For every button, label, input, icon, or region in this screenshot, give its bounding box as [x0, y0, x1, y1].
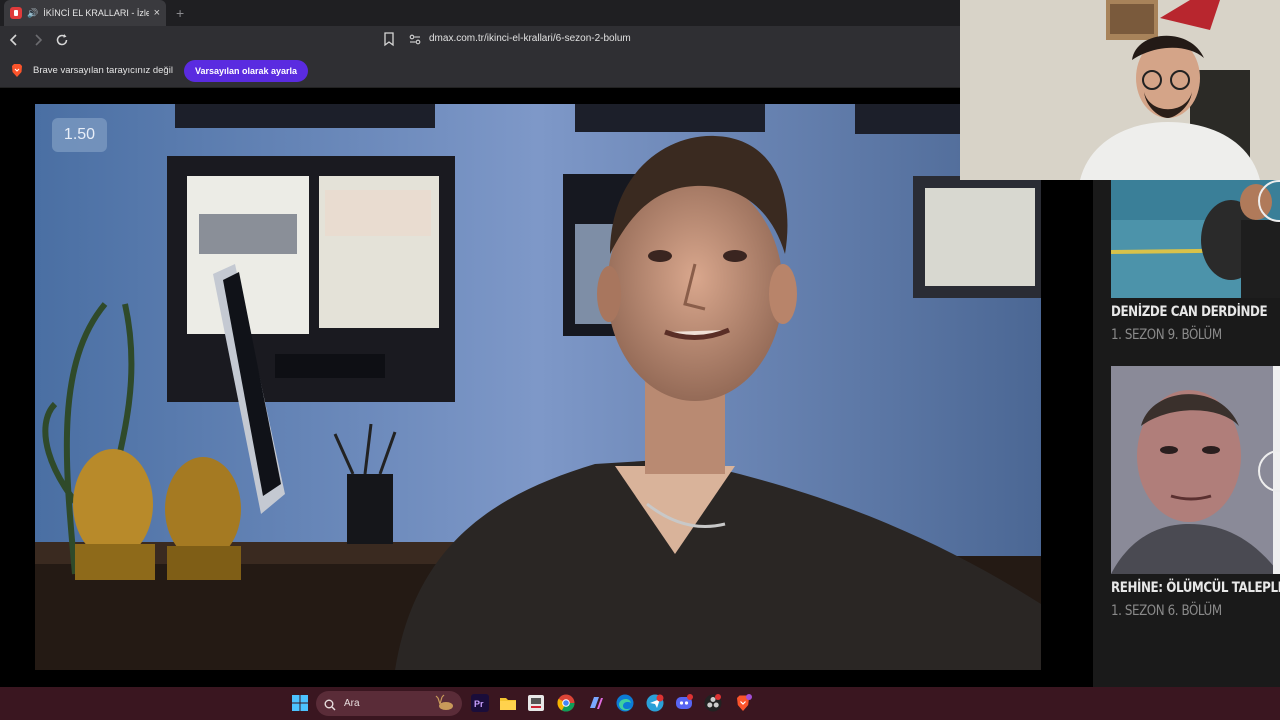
tab-strip: 🔊 İKİNCİ EL KRALLARI - İzle 6. Se × + — [0, 0, 960, 26]
file-explorer-icon[interactable] — [498, 693, 518, 713]
audio-playing-icon[interactable]: 🔊 — [27, 8, 38, 19]
app-icon[interactable] — [526, 693, 546, 713]
playback-speed-badge[interactable]: 1.50 — [52, 118, 107, 152]
related-episodes-sidebar: DENİZDE CAN DERDİNDE 1. SEZON 9. BÖLÜM R… — [1093, 180, 1280, 687]
brave-lion-icon — [10, 63, 24, 78]
episode-title[interactable]: REHİNE: ÖLÜMCÜL TALEPLE — [1111, 580, 1280, 596]
tab-close-icon[interactable]: × — [154, 7, 160, 19]
windows-start-icon[interactable] — [290, 693, 310, 713]
episode-title[interactable]: DENİZDE CAN DERDİNDE — [1111, 304, 1268, 320]
video-player[interactable] — [35, 104, 1041, 670]
episode-thumbnail-denizde-can-derdinde[interactable] — [1111, 180, 1280, 298]
windows-taskbar: Ara Pr — [0, 687, 1280, 720]
webcam-feed-image — [960, 0, 1280, 180]
forward-arrow-icon[interactable] — [28, 30, 48, 50]
navigation-bar: dmax.com.tr/ikinci-el-krallari/6-sezon-2… — [0, 26, 960, 54]
search-placeholder: Ara — [344, 698, 360, 709]
bookmark-icon[interactable] — [382, 31, 396, 47]
sea-rescue-thumbnail-image — [1111, 180, 1280, 298]
search-highlight-deer-icon — [434, 694, 456, 712]
chrome-icon[interactable] — [556, 693, 576, 713]
taskbar-search[interactable]: Ara — [316, 691, 462, 716]
webcam-overlay — [960, 0, 1280, 180]
svg-text:Pr: Pr — [474, 699, 484, 709]
mugshot-thumbnail-image — [1111, 366, 1280, 574]
site-settings-icon[interactable] — [408, 32, 422, 46]
reload-icon[interactable] — [52, 30, 72, 50]
copilot-icon[interactable] — [586, 693, 606, 713]
infobar-message: Brave varsayılan tarayıcınız değil — [33, 65, 173, 76]
browser-tab[interactable]: 🔊 İKİNCİ EL KRALLARI - İzle 6. Se × — [4, 0, 166, 26]
brave-taskbar-icon[interactable] — [733, 693, 753, 713]
discord-icon[interactable] — [674, 693, 694, 713]
episode-subtitle: 1. SEZON 9. BÖLÜM — [1111, 327, 1222, 343]
default-browser-infobar: Brave varsayılan tarayıcınız değil Varsa… — [0, 54, 960, 88]
tab-title: İKİNCİ EL KRALLARI - İzle 6. Se — [43, 8, 149, 18]
search-icon — [324, 698, 336, 710]
edge-icon[interactable] — [615, 693, 635, 713]
address-bar[interactable]: dmax.com.tr/ikinci-el-krallari/6-sezon-2… — [429, 33, 631, 44]
dmax-favicon-icon — [10, 7, 22, 19]
set-default-button[interactable]: Varsayılan olarak ayarla — [183, 59, 309, 82]
episode-subtitle: 1. SEZON 6. BÖLÜM — [1111, 603, 1222, 619]
episode-thumbnail-rehine[interactable] — [1111, 366, 1280, 574]
premiere-pro-icon[interactable]: Pr — [470, 693, 490, 713]
back-arrow-icon[interactable] — [4, 30, 24, 50]
video-frame-image — [35, 104, 1041, 670]
new-tab-button[interactable]: + — [176, 5, 184, 21]
messaging-app-icon[interactable] — [645, 693, 665, 713]
obs-icon[interactable] — [703, 693, 723, 713]
